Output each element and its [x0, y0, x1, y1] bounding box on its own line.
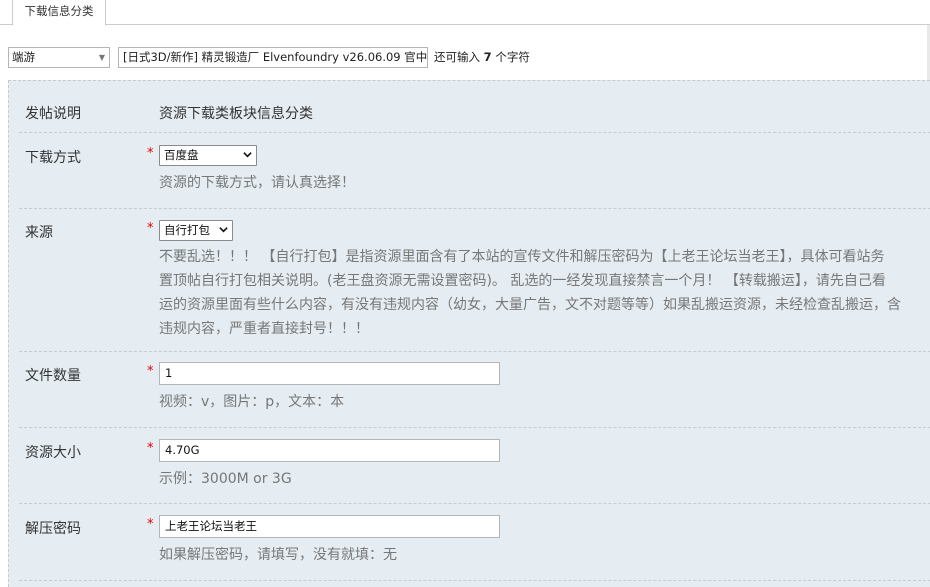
divider	[19, 503, 930, 504]
divider	[19, 351, 930, 352]
source-help: 不要乱选！！！ 【自行打包】是指资源里面含有了本站的宣传文件和解压密码为【上老王…	[159, 245, 930, 341]
divider	[19, 208, 930, 209]
password-label: 解压密码	[25, 521, 81, 537]
tab-bar: 下载信息分类	[0, 0, 930, 26]
chevron-down-icon	[219, 227, 228, 233]
size-input[interactable]: 4.70G	[159, 439, 500, 462]
divider	[19, 427, 930, 428]
hint-count: 7	[483, 50, 492, 64]
title-input[interactable]: [日式3D/新作] 精灵锻造厂 Elvenfoundry v26.06.09 官…	[118, 47, 428, 68]
required-mark: *	[147, 221, 154, 236]
required-mark: *	[147, 441, 154, 456]
size-help: 示例：3000M or 3G	[159, 471, 292, 487]
source-help-line: 置顶帖自行打包相关说明。(老王盘资源无需设置密码)。 乱选的一经发现直接禁言一个…	[159, 273, 886, 289]
required-mark: *	[147, 364, 154, 379]
hint-suffix: 个字符	[495, 50, 530, 64]
source-select[interactable]: 自行打包	[159, 220, 233, 241]
download-method-selected: 百度盘	[164, 148, 199, 162]
download-method-help: 资源的下载方式，请认真选择！	[159, 175, 355, 191]
size-label: 资源大小	[25, 445, 81, 461]
file-count-label: 文件数量	[25, 368, 81, 384]
required-mark: *	[147, 146, 154, 161]
classification-form: 发帖说明 资源下载类板块信息分类 下载方式 * 百度盘 资源的下载方式，请认真选…	[8, 80, 930, 587]
hint-prefix: 还可输入	[434, 50, 480, 64]
source-label: 来源	[25, 225, 53, 241]
intro-value: 资源下载类板块信息分类	[159, 106, 313, 122]
download-method-select[interactable]: 百度盘	[159, 145, 257, 166]
type-select[interactable]: 端游 ▼	[8, 47, 110, 68]
chevron-down-icon	[243, 152, 252, 158]
char-count-hint: 还可输入 7 个字符	[434, 47, 530, 68]
intro-label: 发帖说明	[25, 106, 81, 122]
source-help-line: 违规内容，严重者直接封号！！！	[159, 321, 369, 337]
divider	[19, 132, 930, 133]
file-count-help: 视频：v，图片：p，文本：本	[159, 394, 345, 410]
tab-download-info[interactable]: 下载信息分类	[12, 0, 106, 26]
required-mark: *	[147, 517, 154, 532]
file-count-input[interactable]: 1	[159, 362, 500, 385]
source-help-line: 运的资源里面有些什么内容，有没有违规内容（幼女，大量广告，文不对题等等）如果乱搬…	[159, 297, 901, 313]
password-input[interactable]: 上老王论坛当老王	[159, 515, 500, 538]
password-help: 如果解压密码，请填写，没有就填：无	[159, 547, 397, 563]
source-help-line: 不要乱选！！！ 【自行打包】是指资源里面含有了本站的宣传文件和解压密码为【上老王…	[159, 249, 885, 265]
source-selected: 自行打包	[164, 223, 210, 237]
divider	[19, 580, 930, 581]
download-method-label: 下载方式	[25, 150, 81, 166]
type-select-value: 端游	[12, 50, 35, 64]
caret-down-icon: ▼	[98, 53, 105, 62]
